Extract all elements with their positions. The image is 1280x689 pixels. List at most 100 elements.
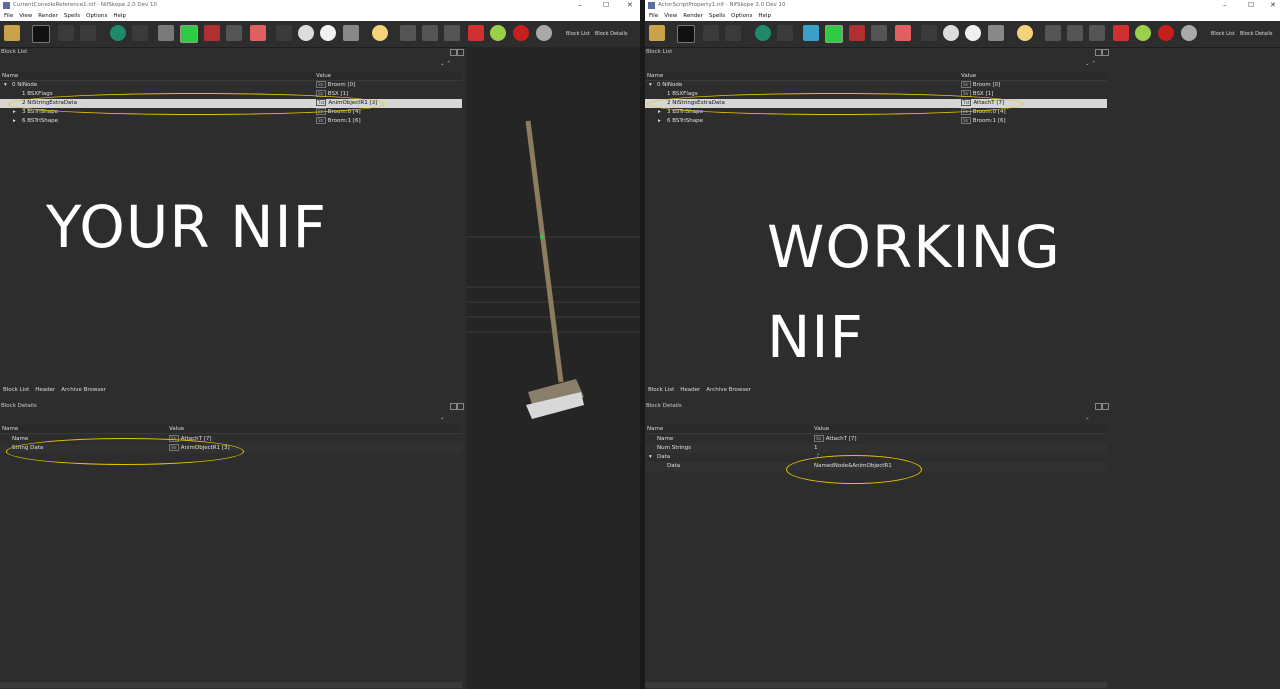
value-column-header[interactable]: Value [961, 72, 976, 80]
name-column-header[interactable]: Name [647, 425, 663, 433]
open-folder-icon[interactable] [649, 25, 665, 41]
collapse-icon[interactable]: ⌄ [440, 414, 445, 423]
close-panel-icon[interactable] [1102, 49, 1109, 56]
axes-icon[interactable] [422, 25, 438, 41]
expand-icon[interactable]: ▸ [13, 108, 16, 117]
menu-spells[interactable]: Spells [709, 11, 725, 21]
expand-icon[interactable]: ▾ [649, 81, 652, 90]
block-details-toolbar-button[interactable]: Block Details [595, 31, 627, 37]
minimize-icon[interactable]: – [578, 0, 582, 11]
maximize-icon[interactable]: ☐ [1248, 0, 1254, 11]
maximize-icon[interactable]: ☐ [603, 0, 609, 11]
tab-block-list[interactable]: Block List [0, 386, 32, 395]
block-details-toolbar-button[interactable]: Block Details [1240, 31, 1272, 37]
expand-icon[interactable]: ▸ [13, 117, 16, 126]
redo-icon[interactable] [80, 25, 96, 41]
tab-block-list[interactable]: Block List [645, 386, 677, 395]
pen-icon[interactable] [400, 25, 416, 41]
eye-grey-icon[interactable] [536, 25, 552, 41]
bones-icon[interactable] [444, 25, 460, 41]
close-icon[interactable]: ✕ [1270, 0, 1276, 11]
block-row[interactable]: ▸ 6 BSTriShape Str Broom:1 [6] [645, 117, 1107, 126]
collapse-icon[interactable]: ⌄ ⌃ [1085, 60, 1096, 69]
lime-icon[interactable] [490, 25, 506, 41]
footprint-icon[interactable] [921, 25, 937, 41]
menu-view[interactable]: View [19, 11, 32, 21]
cube-green-icon[interactable] [180, 25, 198, 43]
block-list-toolbar-button[interactable]: Block List [566, 31, 590, 37]
shape-icon[interactable] [871, 25, 887, 41]
nodes-icon[interactable] [777, 25, 793, 41]
name-column-header[interactable]: Name [2, 72, 18, 80]
close-panel-icon[interactable] [457, 403, 464, 410]
save-icon[interactable] [677, 25, 695, 43]
pin-red-icon[interactable] [513, 25, 529, 41]
minimize-icon[interactable]: – [1223, 0, 1227, 11]
lime-icon[interactable] [1135, 25, 1151, 41]
eye-icon[interactable] [298, 25, 314, 41]
value-column-header[interactable]: Value [169, 425, 184, 433]
block-row[interactable]: ▾ 0 NiNode Str Broom [0] [0, 81, 462, 90]
undo-icon[interactable] [58, 25, 74, 41]
collapse-icon[interactable]: ⌄ ⌃ [440, 60, 451, 69]
expand-icon[interactable]: ▾ [4, 81, 7, 90]
tab-archive-browser[interactable]: Archive Browser [58, 386, 109, 395]
horizontal-scrollbar[interactable] [645, 682, 1107, 688]
camera-icon[interactable] [343, 25, 359, 41]
sphere-icon[interactable] [110, 25, 126, 41]
float-icon[interactable] [1095, 49, 1102, 56]
menu-help[interactable]: Help [758, 11, 771, 21]
eye-orange-icon[interactable] [320, 25, 336, 41]
detail-row[interactable]: Name Str AttachT [7] [645, 435, 1107, 444]
eye-orange-icon[interactable] [965, 25, 981, 41]
lightbulb-icon[interactable] [1017, 25, 1033, 41]
block-row[interactable]: ▾ 0 NiNode Str Broom [0] [645, 81, 1107, 90]
close-panel-icon[interactable] [457, 49, 464, 56]
cube-blue-icon[interactable] [803, 25, 819, 41]
menu-options[interactable]: Options [86, 11, 107, 21]
tab-header[interactable]: Header [677, 386, 703, 395]
sphere-icon[interactable] [755, 25, 771, 41]
tab-archive-browser[interactable]: Archive Browser [703, 386, 754, 395]
shape-icon[interactable] [226, 25, 242, 41]
render-viewport[interactable] [466, 47, 640, 689]
float-icon[interactable] [1095, 403, 1102, 410]
name-column-header[interactable]: Name [2, 425, 18, 433]
paint-icon[interactable] [1113, 25, 1129, 41]
menu-render[interactable]: Render [683, 11, 703, 21]
name-column-header[interactable]: Name [647, 72, 663, 80]
expand-icon[interactable]: ▸ [658, 117, 661, 126]
lightbulb-icon[interactable] [372, 25, 388, 41]
menu-file[interactable]: File [649, 11, 658, 21]
block-row[interactable]: ▸ 6 BSTriShape Str Broom:1 [6] [0, 117, 462, 126]
axes-icon[interactable] [1067, 25, 1083, 41]
eye-icon[interactable] [943, 25, 959, 41]
color-cube-icon[interactable] [895, 25, 911, 41]
menu-view[interactable]: View [664, 11, 677, 21]
value-column-header[interactable]: Value [814, 425, 829, 433]
open-folder-icon[interactable] [4, 25, 20, 41]
footprint-icon[interactable] [276, 25, 292, 41]
cube-green-icon[interactable] [825, 25, 843, 43]
detail-row[interactable]: Num Strings 1 [645, 444, 1107, 453]
float-icon[interactable] [450, 49, 457, 56]
pin-red-icon[interactable] [1158, 25, 1174, 41]
cube-red-icon[interactable] [204, 25, 220, 41]
horizontal-scrollbar[interactable] [0, 682, 462, 688]
undo-icon[interactable] [703, 25, 719, 41]
menu-spells[interactable]: Spells [64, 11, 80, 21]
menu-options[interactable]: Options [731, 11, 752, 21]
block-list-toolbar-button[interactable]: Block List [1211, 31, 1235, 37]
bones-icon[interactable] [1089, 25, 1105, 41]
cube-grey-icon[interactable] [158, 25, 174, 41]
pen-icon[interactable] [1045, 25, 1061, 41]
float-icon[interactable] [450, 403, 457, 410]
redo-icon[interactable] [725, 25, 741, 41]
expand-icon[interactable]: ▸ [658, 108, 661, 117]
nodes-icon[interactable] [132, 25, 148, 41]
expand-icon[interactable]: ▾ [649, 453, 652, 462]
collapse-icon[interactable]: ⌄ [1085, 414, 1090, 423]
paint-icon[interactable] [468, 25, 484, 41]
camera-icon[interactable] [988, 25, 1004, 41]
save-icon[interactable] [32, 25, 50, 43]
